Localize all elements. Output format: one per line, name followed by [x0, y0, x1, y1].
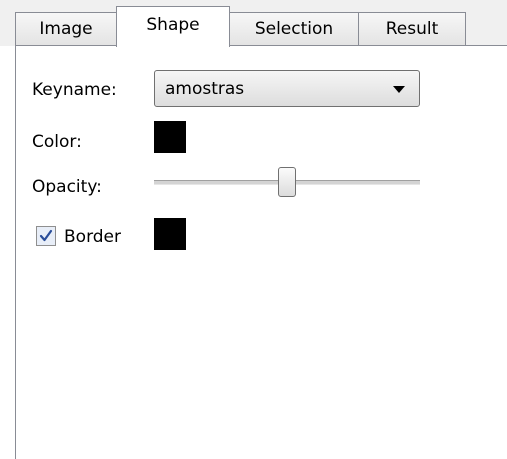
opacity-slider[interactable]: [154, 167, 420, 205]
check-icon: [39, 229, 53, 242]
tab-image[interactable]: Image: [15, 12, 117, 46]
tab-bar: Image Shape Selection Result: [0, 0, 507, 47]
border-label: Border: [64, 227, 121, 247]
shape-tab-panel: Keyname: amostras Color: Opacity: Border: [15, 45, 507, 459]
border-checkbox[interactable]: [36, 226, 56, 246]
keyname-dropdown[interactable]: amostras: [154, 70, 420, 107]
keyname-selected-value: amostras: [165, 79, 245, 99]
shape-settings-window: Image Shape Selection Result Keyname: am…: [0, 0, 507, 459]
color-label: Color:: [32, 132, 82, 152]
tab-selection[interactable]: Selection: [229, 12, 359, 46]
keyname-label: Keyname:: [32, 80, 117, 100]
tab-result[interactable]: Result: [358, 12, 466, 46]
opacity-label: Opacity:: [32, 177, 102, 197]
color-swatch-button[interactable]: [154, 121, 186, 153]
chevron-down-icon: [393, 86, 405, 93]
slider-thumb[interactable]: [278, 167, 296, 197]
border-color-swatch-button[interactable]: [154, 218, 186, 250]
tab-shape[interactable]: Shape: [116, 6, 230, 47]
